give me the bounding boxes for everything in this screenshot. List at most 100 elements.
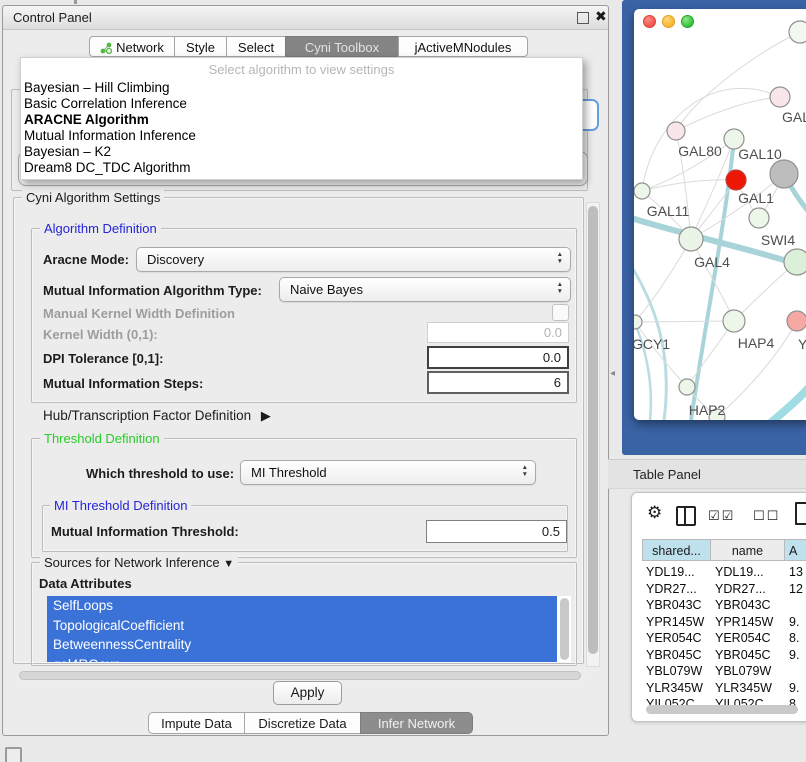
split-columns-icon[interactable] <box>676 506 696 526</box>
list-scrollbar[interactable] <box>560 598 569 660</box>
cell[interactable]: 9. <box>789 614 806 631</box>
node-gal-partial[interactable] <box>770 87 790 107</box>
node-gray[interactable] <box>770 160 798 188</box>
cell[interactable]: YBR045C <box>646 647 708 664</box>
mi-threshold-group-title: MI Threshold Definition <box>50 498 191 513</box>
list-item[interactable]: BetweennessCentrality <box>47 635 557 655</box>
page-icon[interactable] <box>795 502 806 525</box>
manual-kernel-checkbox[interactable] <box>552 304 569 321</box>
column-header-name[interactable]: name <box>710 539 785 561</box>
which-threshold-combo[interactable]: MI Threshold ▲▼ <box>240 460 536 485</box>
list-item[interactable]: SelfLoops <box>47 596 557 616</box>
mi-threshold-label: Mutual Information Threshold: <box>51 524 239 539</box>
table-horizontal-scrollbar[interactable] <box>646 705 798 714</box>
cell[interactable]: 9. <box>789 647 806 664</box>
list-item[interactable]: TopologicalCoefficient <box>47 616 557 636</box>
dpi-tolerance-field[interactable]: 0.0 <box>427 346 569 369</box>
manual-kernel-label: Manual Kernel Width Definition <box>43 306 235 321</box>
cell[interactable]: YLR345W <box>646 680 708 697</box>
node-swi4[interactable] <box>784 249 806 275</box>
cell[interactable]: YDL19... <box>715 564 783 581</box>
panel-divider-arrow[interactable]: ◂ <box>610 368 615 379</box>
node-gcy1[interactable] <box>634 315 642 329</box>
node-gal4[interactable] <box>679 227 703 251</box>
cell[interactable]: YBR043C <box>646 597 708 614</box>
table-row[interactable]: YPR145W YPR145W 9. <box>642 614 806 631</box>
column-header-partial[interactable]: A <box>784 539 806 561</box>
aracne-mode-label: Aracne Mode: <box>43 252 129 267</box>
dropdown-item[interactable]: Bayesian – Hill Climbing <box>21 80 582 96</box>
cell[interactable]: YBR043C <box>715 597 783 614</box>
algorithm-definition-title: Algorithm Definition <box>40 221 161 236</box>
node-label: Y <box>798 336 806 352</box>
float-window-icon[interactable] <box>577 12 589 24</box>
tab-network[interactable]: Network <box>89 36 175 57</box>
cell[interactable]: YER054C <box>646 630 708 647</box>
table-row[interactable]: YDR27... YDR27... 12 <box>642 581 806 598</box>
node-gal11[interactable] <box>634 183 650 199</box>
table-row[interactable]: YER054C YER054C 8. <box>642 630 806 647</box>
mi-algorithm-type-combo[interactable]: Naive Bayes ▲▼ <box>279 277 571 302</box>
kernel-width-field[interactable]: 0.0 <box>427 322 569 343</box>
cell[interactable]: YPR145W <box>646 614 708 631</box>
dropdown-item-selected[interactable]: ARACNE Algorithm <box>21 112 582 128</box>
mi-steps-field[interactable]: 6 <box>427 371 569 394</box>
cell[interactable]: 9. <box>789 680 806 697</box>
cell[interactable]: YLR345W <box>715 680 783 697</box>
node-hap2[interactable] <box>679 379 695 395</box>
table-row[interactable]: YDL19... YDL19... 13 <box>642 564 806 581</box>
cell[interactable]: YBL079W <box>646 663 708 680</box>
dock-panel-icon[interactable] <box>5 747 22 762</box>
node-gal80[interactable] <box>667 122 685 140</box>
aracne-mode-combo[interactable]: Discovery ▲▼ <box>136 247 571 272</box>
which-threshold-value: MI Threshold <box>251 465 327 480</box>
tab-label: Impute Data <box>161 716 232 731</box>
tab-jactivemnodules[interactable]: jActiveMNodules <box>398 36 528 57</box>
table-panel-window: ⚙ ☑☑ ☐☐ shared... name A YDL19... YDL19.… <box>631 492 806 722</box>
settings-vertical-scrollbar-thumb[interactable] <box>588 206 598 654</box>
tab-select[interactable]: Select <box>226 36 286 57</box>
tab-impute-data[interactable]: Impute Data <box>148 712 245 734</box>
mi-threshold-field[interactable]: 0.5 <box>426 520 567 543</box>
dropdown-item[interactable]: Mutual Information Inference <box>21 128 582 144</box>
mi-steps-label: Mutual Information Steps: <box>43 376 203 391</box>
tab-style[interactable]: Style <box>174 36 227 57</box>
list-item[interactable]: gal4RGexp <box>47 655 557 663</box>
node-pink-right[interactable] <box>787 311 806 331</box>
select-all-checks-icon[interactable]: ☑☑ <box>708 508 735 524</box>
node-hap4[interactable] <box>723 310 745 332</box>
dropdown-item[interactable]: Basic Correlation Inference <box>21 96 582 112</box>
cell[interactable]: YPR145W <box>715 614 783 631</box>
table-row[interactable]: YBL079W YBL079W <box>642 663 806 680</box>
node-selected-red[interactable] <box>726 170 746 190</box>
node-unlabeled-top[interactable] <box>789 21 806 43</box>
cell[interactable]: YBL079W <box>715 663 783 680</box>
cell[interactable]: YDR27... <box>646 581 708 598</box>
hub-section-toggle[interactable]: Hub/Transcription Factor Definition ▶ <box>43 408 271 424</box>
dropdown-item[interactable]: Dream8 DC_TDC Algorithm <box>21 160 582 176</box>
cell[interactable]: YER054C <box>715 630 783 647</box>
table-row[interactable]: YLR345W YLR345W 9. <box>642 680 806 697</box>
sources-title-toggle[interactable]: Sources for Network Inference ▼ <box>40 555 238 570</box>
close-icon[interactable]: ✖ <box>595 8 607 25</box>
dropdown-item[interactable]: Bayesian – K2 <box>21 144 582 160</box>
cell[interactable]: 13 <box>789 564 806 581</box>
cell[interactable]: YDL19... <box>646 564 708 581</box>
cell[interactable]: YBR045C <box>715 647 783 664</box>
tab-cyni-toolbox[interactable]: Cyni Toolbox <box>285 36 399 57</box>
node-label: GAL4 <box>694 254 730 270</box>
cell[interactable]: 8. <box>789 630 806 647</box>
gear-icon[interactable]: ⚙ <box>647 503 662 523</box>
settings-horizontal-scrollbar-thumb[interactable] <box>19 671 581 680</box>
table-row[interactable]: YBR043C YBR043C <box>642 597 806 614</box>
apply-button[interactable]: Apply <box>273 681 342 705</box>
deselect-all-checks-icon[interactable]: ☐☐ <box>753 508 780 524</box>
column-header-shared-name[interactable]: shared... <box>642 539 711 561</box>
cell[interactable]: 12 <box>789 581 806 598</box>
node-label: GAL <box>782 109 806 125</box>
tab-discretize-data[interactable]: Discretize Data <box>244 712 361 734</box>
cell[interactable]: YDR27... <box>715 581 783 598</box>
node-gal1[interactable] <box>749 208 769 228</box>
table-row[interactable]: YBR045C YBR045C 9. <box>642 647 806 664</box>
tab-infer-network[interactable]: Infer Network <box>360 712 473 734</box>
